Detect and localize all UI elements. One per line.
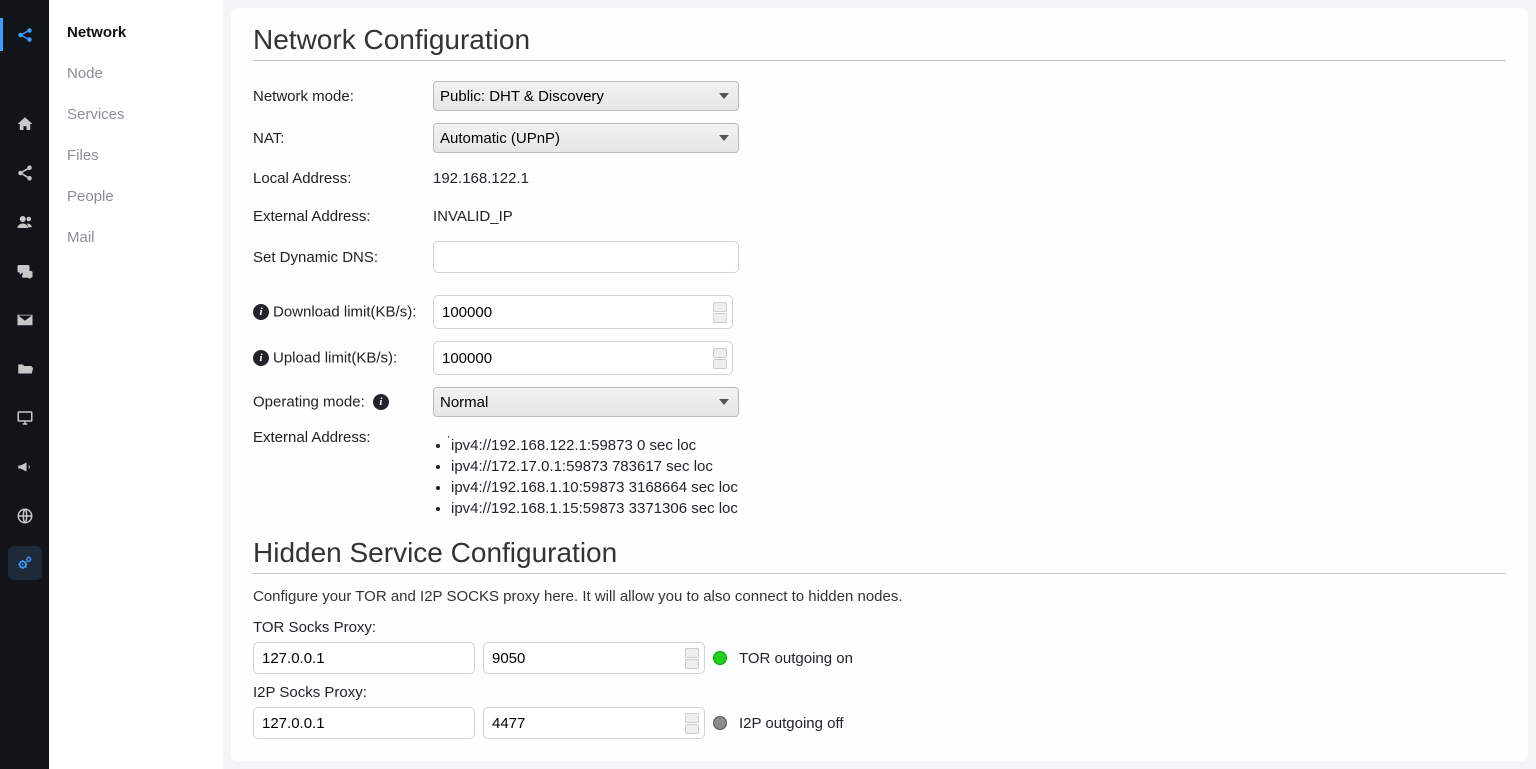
list-item: ipv4://192.168.122.1:59873 0 sec loc xyxy=(451,435,1506,456)
list-item: ipv4://172.17.0.1:59873 783617 sec loc xyxy=(451,456,1506,477)
i2p-port-input[interactable] xyxy=(483,707,705,739)
external-address-list: ipv4://192.168.122.1:59873 0 sec loc ipv… xyxy=(451,435,1506,519)
tor-status-text: TOR outgoing on xyxy=(739,650,853,667)
monitor-icon xyxy=(16,409,34,427)
rail-mail[interactable] xyxy=(0,295,49,344)
info-icon[interactable]: i xyxy=(373,394,389,410)
label-download-limit: iDownload limit(KB/s): xyxy=(253,303,433,321)
rail-announce[interactable] xyxy=(0,442,49,491)
label-i2p-proxy: I2P Socks Proxy: xyxy=(253,684,1506,701)
status-dot-green xyxy=(713,651,727,665)
folder-open-icon xyxy=(16,360,34,378)
share-icon xyxy=(16,164,34,182)
spinner-icon[interactable] xyxy=(685,710,701,736)
settings-subnav: Network Node Services Files People Mail xyxy=(49,0,223,769)
label-dynamic-dns: Set Dynamic DNS: xyxy=(253,249,433,266)
i2p-host-input[interactable] xyxy=(253,707,475,739)
page-title: Network Configuration xyxy=(253,24,1506,56)
rail-globe[interactable] xyxy=(0,491,49,540)
rail-share[interactable] xyxy=(0,148,49,197)
rail-people[interactable] xyxy=(0,197,49,246)
subnav-node[interactable]: Node xyxy=(49,53,222,94)
nat-select[interactable]: Automatic (UPnP) xyxy=(433,123,739,153)
spinner-icon[interactable] xyxy=(685,645,701,671)
rail-home[interactable] xyxy=(0,99,49,148)
rail-logo[interactable] xyxy=(0,10,49,59)
icon-rail xyxy=(0,0,49,769)
rail-files[interactable] xyxy=(0,344,49,393)
operating-mode-select[interactable]: Normal xyxy=(433,387,739,417)
gears-icon xyxy=(16,554,34,572)
label-local-address: Local Address: xyxy=(253,170,433,187)
i2p-status-text: I2P outgoing off xyxy=(739,715,844,732)
list-item: ipv4://192.168.1.15:59873 3371306 sec lo… xyxy=(451,498,1506,519)
rail-settings[interactable] xyxy=(8,546,42,580)
info-icon[interactable]: i xyxy=(253,304,269,320)
label-upload-limit: iUpload limit(KB/s): xyxy=(253,349,433,367)
info-icon[interactable]: i xyxy=(253,350,269,366)
spinner-icon[interactable] xyxy=(713,298,729,326)
dynamic-dns-input[interactable] xyxy=(433,241,739,273)
rail-channels[interactable] xyxy=(0,393,49,442)
value-external-address: INVALID_IP xyxy=(433,208,1506,225)
subnav-services[interactable]: Services xyxy=(49,94,222,135)
value-local-address: 192.168.122.1 xyxy=(433,170,1506,187)
tor-host-input[interactable] xyxy=(253,642,475,674)
mail-icon xyxy=(16,311,34,329)
section-divider xyxy=(253,573,1506,574)
globe-icon xyxy=(16,507,34,525)
upload-limit-input[interactable] xyxy=(433,341,733,375)
label-nat: NAT: xyxy=(253,130,433,147)
main-area: Network Configuration Network mode: Publ… xyxy=(223,0,1536,769)
subnav-files[interactable]: Files xyxy=(49,135,222,176)
hidden-service-title: Hidden Service Configuration xyxy=(253,537,1506,569)
download-limit-input[interactable] xyxy=(433,295,733,329)
tor-port-input[interactable] xyxy=(483,642,705,674)
subnav-network[interactable]: Network xyxy=(49,12,222,53)
label-external-address-list: External Address: xyxy=(253,429,433,446)
home-icon xyxy=(16,115,34,133)
chat-icon xyxy=(16,262,34,280)
bullhorn-icon xyxy=(16,458,34,476)
network-mode-select[interactable]: Public: DHT & Discovery xyxy=(433,81,739,111)
spinner-icon[interactable] xyxy=(713,344,729,372)
label-tor-proxy: TOR Socks Proxy: xyxy=(253,619,1506,636)
label-external-address: External Address: xyxy=(253,208,433,225)
hidden-service-desc: Configure your TOR and I2P SOCKS proxy h… xyxy=(253,588,1506,605)
rail-chat[interactable] xyxy=(0,246,49,295)
subnav-people[interactable]: People xyxy=(49,176,222,217)
section-divider xyxy=(253,60,1506,61)
settings-card: Network Configuration Network mode: Publ… xyxy=(231,8,1528,761)
label-network-mode: Network mode: xyxy=(253,88,433,105)
status-dot-grey xyxy=(713,716,727,730)
subnav-mail[interactable]: Mail xyxy=(49,217,222,258)
label-operating-mode: Operating mode: i xyxy=(253,393,433,411)
users-icon xyxy=(16,213,34,231)
share-nodes-icon xyxy=(16,26,34,44)
list-item: ipv4://192.168.1.10:59873 3168664 sec lo… xyxy=(451,477,1506,498)
